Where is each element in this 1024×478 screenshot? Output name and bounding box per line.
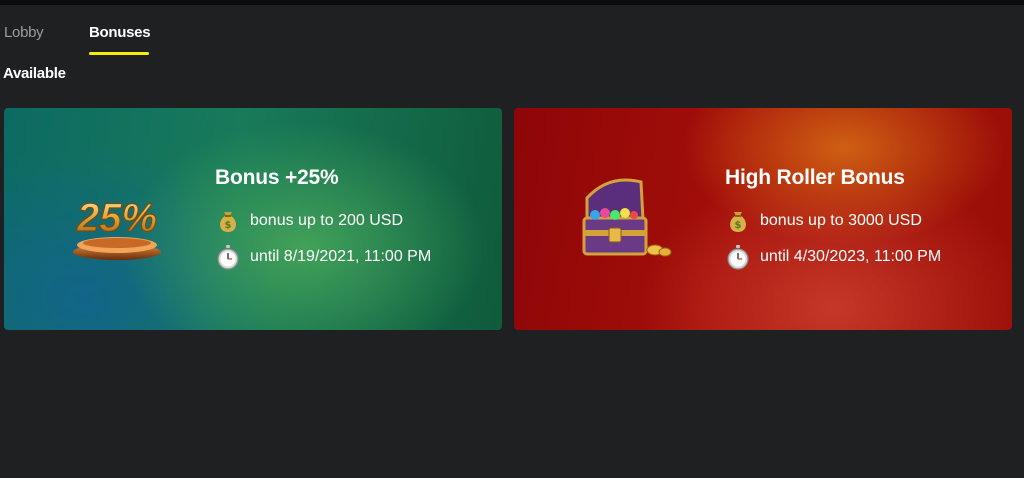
trophy-text: 25% bbox=[76, 196, 157, 240]
top-bar bbox=[0, 0, 1024, 5]
25-percent-trophy-icon: 25% bbox=[59, 168, 179, 268]
active-tab-indicator bbox=[89, 52, 149, 55]
bonus-amount-text: bonus up to 200 USD bbox=[250, 212, 403, 229]
bonus-amount: $ bonus up to 3000 USD bbox=[725, 208, 922, 234]
money-bag-icon: $ bbox=[725, 208, 751, 234]
bonus-card[interactable]: High Roller Bonus $ bonus up to 3000 USD… bbox=[514, 108, 1012, 330]
bonus-expiry-text: until 4/30/2023, 11:00 PM bbox=[760, 248, 942, 265]
bonus-amount: $ bonus up to 200 USD bbox=[215, 208, 403, 234]
bonus-expiry: until 8/19/2021, 11:00 PM bbox=[215, 244, 431, 270]
money-bag-icon: $ bbox=[215, 208, 241, 234]
tab-bonuses[interactable]: Bonuses bbox=[89, 24, 151, 41]
bonus-amount-text: bonus up to 3000 USD bbox=[760, 212, 922, 229]
section-title: Available bbox=[3, 65, 66, 82]
bonus-expiry: until 4/30/2023, 11:00 PM bbox=[725, 244, 941, 270]
stopwatch-icon bbox=[725, 244, 751, 270]
bonus-expiry-text: until 8/19/2021, 11:00 PM bbox=[250, 248, 432, 265]
bonus-title: Bonus +25% bbox=[215, 166, 339, 189]
bonus-title: High Roller Bonus bbox=[725, 166, 905, 189]
svg-text:$: $ bbox=[225, 220, 232, 231]
bonus-card[interactable]: 25% Bonus +25% $ bonus up to 200 USD unt… bbox=[4, 108, 502, 330]
svg-text:$: $ bbox=[735, 220, 742, 231]
stopwatch-icon bbox=[215, 244, 241, 270]
treasure-chest-icon bbox=[569, 168, 689, 268]
tab-lobby[interactable]: Lobby bbox=[4, 24, 44, 41]
